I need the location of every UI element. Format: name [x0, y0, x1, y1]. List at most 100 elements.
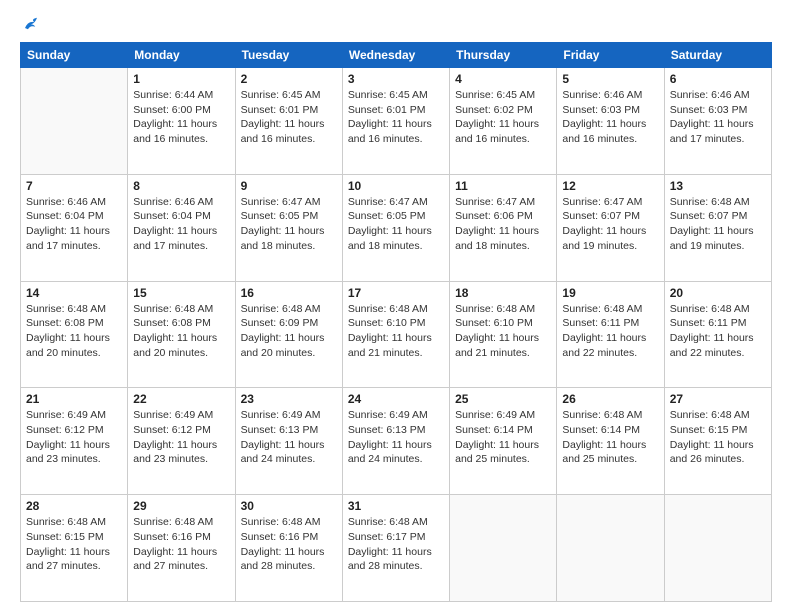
- day-info: Sunrise: 6:48 AM Sunset: 6:09 PM Dayligh…: [241, 302, 337, 361]
- table-row: 25Sunrise: 6:49 AM Sunset: 6:14 PM Dayli…: [450, 388, 557, 495]
- day-info: Sunrise: 6:47 AM Sunset: 6:06 PM Dayligh…: [455, 195, 551, 254]
- day-info: Sunrise: 6:48 AM Sunset: 6:14 PM Dayligh…: [562, 408, 658, 467]
- day-info: Sunrise: 6:47 AM Sunset: 6:05 PM Dayligh…: [241, 195, 337, 254]
- table-row: 6 Sunrise: 6:46 AM Sunset: 6:03 PM Daylig…: [664, 68, 771, 175]
- day-number: 19: [562, 286, 658, 300]
- day-number: 29: [133, 499, 229, 513]
- day-number: 14: [26, 286, 122, 300]
- day-number: 21: [26, 392, 122, 406]
- day-info: Sunrise: 6:48 AM Sunset: 6:15 PM Dayligh…: [26, 515, 122, 574]
- table-row: 17 Sunrise: 6:48 AM Sunset: 6:10 PM Dayli…: [342, 281, 449, 388]
- table-row: [664, 495, 771, 602]
- table-row: 3 Sunrise: 6:45 AM Sunset: 6:01 PM Daylig…: [342, 68, 449, 175]
- table-row: 1 Sunrise: 6:44 AM Sunset: 6:00 PM Daylig…: [128, 68, 235, 175]
- day-number: 31: [348, 499, 444, 513]
- day-number: 7: [26, 179, 122, 193]
- day-number: 20: [670, 286, 766, 300]
- table-row: 12 Sunrise: 6:47 AM Sunset: 6:07 PM Dayli…: [557, 174, 664, 281]
- col-monday: Monday: [128, 43, 235, 68]
- day-number: 16: [241, 286, 337, 300]
- day-info: Sunrise: 6:48 AM Sunset: 6:15 PM Dayligh…: [670, 408, 766, 467]
- calendar-header-row: Sunday Monday Tuesday Wednesday Thursday…: [21, 43, 772, 68]
- table-row: 28 Sunrise: 6:48 AM Sunset: 6:15 PM Dayli…: [21, 495, 128, 602]
- logo-bird-icon: [22, 16, 40, 34]
- day-info: Sunrise: 6:46 AM Sunset: 6:03 PM Dayligh…: [670, 88, 766, 147]
- calendar-week-row: 7 Sunrise: 6:46 AM Sunset: 6:04 PM Daylig…: [21, 174, 772, 281]
- day-number: 18: [455, 286, 551, 300]
- col-friday: Friday: [557, 43, 664, 68]
- header: [20, 16, 772, 34]
- day-number: 13: [670, 179, 766, 193]
- day-info: Sunrise: 6:44 AM Sunset: 6:00 PM Dayligh…: [133, 88, 229, 147]
- table-row: [450, 495, 557, 602]
- day-info: Sunrise: 6:48 AM Sunset: 6:08 PM Dayligh…: [133, 302, 229, 361]
- day-info: Sunrise: 6:48 AM Sunset: 6:11 PM Dayligh…: [670, 302, 766, 361]
- day-info: Sunrise: 6:46 AM Sunset: 6:04 PM Dayligh…: [133, 195, 229, 254]
- day-number: 28: [26, 499, 122, 513]
- day-number: 26: [562, 392, 658, 406]
- day-info: Sunrise: 6:49 AM Sunset: 6:13 PM Dayligh…: [241, 408, 337, 467]
- day-info: Sunrise: 6:49 AM Sunset: 6:12 PM Dayligh…: [26, 408, 122, 467]
- col-thursday: Thursday: [450, 43, 557, 68]
- table-row: 10Sunrise: 6:47 AM Sunset: 6:05 PM Dayli…: [342, 174, 449, 281]
- page: Sunday Monday Tuesday Wednesday Thursday…: [0, 0, 792, 612]
- col-wednesday: Wednesday: [342, 43, 449, 68]
- table-row: 26 Sunrise: 6:48 AM Sunset: 6:14 PM Dayli…: [557, 388, 664, 495]
- calendar-table: Sunday Monday Tuesday Wednesday Thursday…: [20, 42, 772, 602]
- day-info: Sunrise: 6:45 AM Sunset: 6:01 PM Dayligh…: [348, 88, 444, 147]
- day-info: Sunrise: 6:48 AM Sunset: 6:17 PM Dayligh…: [348, 515, 444, 574]
- table-row: 24Sunrise: 6:49 AM Sunset: 6:13 PM Dayli…: [342, 388, 449, 495]
- calendar-week-row: 1 Sunrise: 6:44 AM Sunset: 6:00 PM Daylig…: [21, 68, 772, 175]
- table-row: 15Sunrise: 6:48 AM Sunset: 6:08 PM Dayli…: [128, 281, 235, 388]
- day-number: 17: [348, 286, 444, 300]
- table-row: 8 Sunrise: 6:46 AM Sunset: 6:04 PM Daylig…: [128, 174, 235, 281]
- table-row: 30Sunrise: 6:48 AM Sunset: 6:16 PM Dayli…: [235, 495, 342, 602]
- day-info: Sunrise: 6:49 AM Sunset: 6:13 PM Dayligh…: [348, 408, 444, 467]
- day-number: 6: [670, 72, 766, 86]
- day-info: Sunrise: 6:46 AM Sunset: 6:03 PM Dayligh…: [562, 88, 658, 147]
- day-info: Sunrise: 6:48 AM Sunset: 6:16 PM Dayligh…: [241, 515, 337, 574]
- table-row: 11 Sunrise: 6:47 AM Sunset: 6:06 PM Dayli…: [450, 174, 557, 281]
- logo: [20, 16, 40, 34]
- day-info: Sunrise: 6:49 AM Sunset: 6:14 PM Dayligh…: [455, 408, 551, 467]
- day-info: Sunrise: 6:48 AM Sunset: 6:10 PM Dayligh…: [348, 302, 444, 361]
- table-row: [21, 68, 128, 175]
- table-row: 31 Sunrise: 6:48 AM Sunset: 6:17 PM Dayli…: [342, 495, 449, 602]
- day-number: 5: [562, 72, 658, 86]
- day-number: 27: [670, 392, 766, 406]
- day-number: 9: [241, 179, 337, 193]
- day-number: 2: [241, 72, 337, 86]
- table-row: 29 Sunrise: 6:48 AM Sunset: 6:16 PM Dayli…: [128, 495, 235, 602]
- day-number: 8: [133, 179, 229, 193]
- day-info: Sunrise: 6:48 AM Sunset: 6:16 PM Dayligh…: [133, 515, 229, 574]
- day-info: Sunrise: 6:45 AM Sunset: 6:02 PM Dayligh…: [455, 88, 551, 147]
- table-row: 5 Sunrise: 6:46 AM Sunset: 6:03 PM Daylig…: [557, 68, 664, 175]
- table-row: 21 Sunrise: 6:49 AM Sunset: 6:12 PM Dayli…: [21, 388, 128, 495]
- calendar-week-row: 14 Sunrise: 6:48 AM Sunset: 6:08 PM Dayli…: [21, 281, 772, 388]
- table-row: 14 Sunrise: 6:48 AM Sunset: 6:08 PM Dayli…: [21, 281, 128, 388]
- table-row: 19 Sunrise: 6:48 AM Sunset: 6:11 PM Dayli…: [557, 281, 664, 388]
- table-row: 13 Sunrise: 6:48 AM Sunset: 6:07 PM Dayli…: [664, 174, 771, 281]
- day-info: Sunrise: 6:47 AM Sunset: 6:07 PM Dayligh…: [562, 195, 658, 254]
- day-number: 1: [133, 72, 229, 86]
- table-row: 23 Sunrise: 6:49 AM Sunset: 6:13 PM Dayli…: [235, 388, 342, 495]
- day-info: Sunrise: 6:45 AM Sunset: 6:01 PM Dayligh…: [241, 88, 337, 147]
- table-row: 9 Sunrise: 6:47 AM Sunset: 6:05 PM Daylig…: [235, 174, 342, 281]
- day-number: 3: [348, 72, 444, 86]
- day-number: 23: [241, 392, 337, 406]
- day-info: Sunrise: 6:48 AM Sunset: 6:07 PM Dayligh…: [670, 195, 766, 254]
- table-row: 16 Sunrise: 6:48 AM Sunset: 6:09 PM Dayli…: [235, 281, 342, 388]
- table-row: 20 Sunrise: 6:48 AM Sunset: 6:11 PM Dayli…: [664, 281, 771, 388]
- col-sunday: Sunday: [21, 43, 128, 68]
- day-info: Sunrise: 6:48 AM Sunset: 6:08 PM Dayligh…: [26, 302, 122, 361]
- day-number: 11: [455, 179, 551, 193]
- table-row: 7 Sunrise: 6:46 AM Sunset: 6:04 PM Daylig…: [21, 174, 128, 281]
- col-tuesday: Tuesday: [235, 43, 342, 68]
- col-saturday: Saturday: [664, 43, 771, 68]
- day-info: Sunrise: 6:48 AM Sunset: 6:10 PM Dayligh…: [455, 302, 551, 361]
- day-number: 12: [562, 179, 658, 193]
- day-info: Sunrise: 6:46 AM Sunset: 6:04 PM Dayligh…: [26, 195, 122, 254]
- day-info: Sunrise: 6:48 AM Sunset: 6:11 PM Dayligh…: [562, 302, 658, 361]
- day-info: Sunrise: 6:47 AM Sunset: 6:05 PM Dayligh…: [348, 195, 444, 254]
- day-number: 22: [133, 392, 229, 406]
